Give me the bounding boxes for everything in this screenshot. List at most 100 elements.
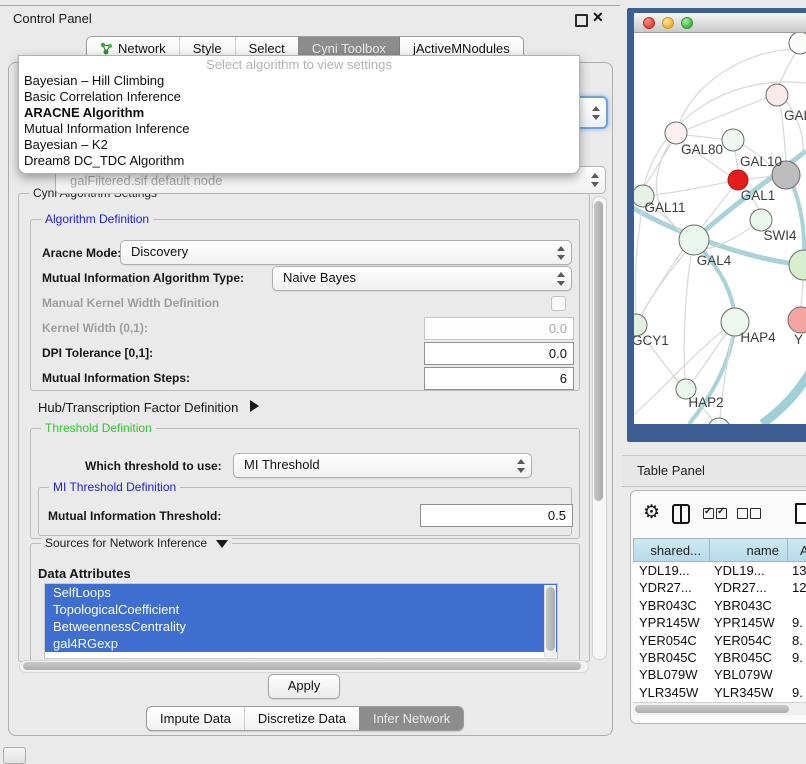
network-edge[interactable] — [656, 142, 682, 232]
network-edge[interactable] — [792, 183, 804, 261]
mi-threshold-field[interactable]: 0.5 — [420, 504, 573, 527]
list-scrollbar-thumb[interactable] — [546, 587, 555, 651]
close-icon[interactable] — [592, 9, 604, 26]
node-label: SWI4 — [763, 228, 796, 243]
node-label: GAL — [784, 108, 806, 123]
table-row[interactable]: YDR27...YDR27...12 — [633, 579, 806, 596]
select-all-icon[interactable] — [716, 508, 727, 519]
aracne-mode-combo[interactable]: Discovery — [120, 240, 572, 265]
network-edge[interactable] — [762, 369, 806, 424]
combo-stepper-icon — [591, 106, 601, 120]
mi-type-combo[interactable]: Naive Bayes — [272, 266, 572, 291]
table-cell: YBR045C — [710, 649, 788, 666]
table-cell: YLR345W — [633, 684, 710, 701]
zoom-traffic-light-icon[interactable] — [681, 17, 693, 29]
list-item[interactable]: gal4RGexp — [45, 635, 557, 652]
table-hscrollbar[interactable] — [633, 702, 806, 715]
dpi-tolerance-field[interactable]: 0.0 — [424, 342, 574, 365]
network-node-gal80[interactable] — [665, 122, 687, 144]
table-row[interactable]: YBR043CYBR043C — [633, 597, 806, 614]
table-row[interactable]: YBL079WYBL079W — [633, 666, 806, 683]
network-node-gal1[interactable] — [728, 170, 748, 190]
split-columns-icon[interactable] — [672, 504, 690, 524]
tab-impute-data[interactable]: Impute Data — [147, 707, 244, 730]
list-scrollbar[interactable] — [544, 585, 556, 657]
network-edge[interactable] — [654, 182, 728, 195]
network-node[interactable] — [789, 33, 806, 54]
settings-scrollbar[interactable] — [592, 196, 607, 660]
node-label: GAL11 — [644, 200, 685, 215]
list-item[interactable]: BetweennessCentrality — [45, 618, 557, 635]
network-edge[interactable] — [686, 98, 766, 130]
kernel-width-field[interactable]: 0.0 — [424, 317, 574, 340]
minimize-traffic-light-icon[interactable] — [662, 17, 674, 29]
threshold-definition-title: Threshold Definition — [41, 421, 156, 435]
node-label: Y — [794, 332, 803, 347]
table-row[interactable]: YLR345WYLR345W9. — [633, 684, 806, 701]
hub-definition-toggle[interactable]: Hub/Transcription Factor Definition — [38, 400, 259, 415]
deselect-all-icon[interactable] — [737, 508, 748, 519]
node-label: GAL80 — [681, 142, 723, 157]
column-header[interactable]: A — [788, 538, 806, 562]
network-window-titlebar[interactable] — [634, 13, 806, 33]
dropdown-item[interactable]: Bayesian – Hill Climbing — [19, 73, 579, 89]
settings-scrollbar-thumb[interactable] — [594, 201, 603, 501]
table-panel-header: Table Panel — [622, 455, 806, 487]
combo-stepper-icon — [556, 272, 566, 286]
deselect-all-icon[interactable] — [750, 508, 761, 519]
panel-resize-button[interactable] — [3, 747, 26, 764]
table-hscrollbar-thumb[interactable] — [635, 705, 789, 713]
dropdown-item-selected[interactable]: ARACNE Algorithm — [19, 105, 579, 121]
network-edge[interactable] — [801, 281, 803, 307]
settings-hscrollbar-thumb[interactable] — [23, 662, 581, 670]
list-item[interactable]: TopologicalCoefficient — [45, 601, 557, 618]
network-canvas[interactable]: GALGAL80GAL10GAL1GAL11SWI4GAL4GCY1HAP4YH… — [634, 33, 806, 424]
apply-button[interactable]: Apply — [268, 674, 340, 699]
float-window-icon[interactable] — [575, 14, 588, 27]
network-node-y[interactable] — [788, 307, 806, 333]
table-row[interactable]: YBR045CYBR045C9. — [633, 649, 806, 666]
network-edge[interactable] — [779, 54, 795, 85]
data-attributes-list[interactable]: SelfLoops TopologicalCoefficient Between… — [44, 583, 558, 659]
column-header[interactable]: name — [710, 538, 788, 562]
tab-discretize-data[interactable]: Discretize Data — [244, 707, 359, 730]
which-threshold-combo[interactable]: MI Threshold — [233, 453, 532, 478]
network-edge[interactable] — [735, 151, 738, 170]
dropdown-item[interactable]: Bayesian – K2 — [19, 137, 579, 153]
network-node-gal10[interactable] — [722, 129, 744, 151]
mi-steps-field[interactable]: 6 — [424, 367, 574, 390]
control-panel-border — [0, 5, 620, 6]
table-cell: 9. — [788, 649, 806, 666]
table-row[interactable]: YER054CYER054C8. — [633, 632, 806, 649]
table-cell: 9. — [788, 614, 806, 631]
table-cell: YPR145W — [710, 614, 788, 631]
table-cell: YBR045C — [633, 649, 710, 666]
manual-kernel-checkbox[interactable] — [551, 296, 566, 311]
report-icon[interactable] — [795, 503, 806, 524]
network-node-gal[interactable] — [766, 84, 788, 106]
table-cell: YBR043C — [710, 597, 788, 614]
table-cell: YBR043C — [633, 597, 710, 614]
select-all-icon[interactable] — [703, 508, 714, 519]
dropdown-item[interactable]: Dream8 DC_TDC Algorithm — [19, 153, 579, 169]
node-label: HAP2 — [688, 395, 723, 410]
tab-infer-network[interactable]: Infer Network — [359, 707, 463, 730]
table-row[interactable]: YDL19...YDL19...13 — [633, 562, 806, 579]
column-header[interactable]: shared... — [633, 538, 710, 562]
table-toolbar — [631, 491, 806, 537]
settings-hscrollbar[interactable] — [19, 660, 589, 673]
network-node-gal4[interactable] — [679, 225, 709, 255]
dropdown-item[interactable]: Basic Correlation Inference — [19, 89, 579, 105]
node-label: HAP4 — [740, 330, 776, 345]
network-edge[interactable] — [635, 209, 642, 314]
table-row[interactable]: YPR145WYPR145W9. — [633, 614, 806, 631]
close-traffic-light-icon[interactable] — [643, 17, 655, 29]
settings-gear-icon[interactable] — [643, 501, 660, 524]
expand-right-icon[interactable] — [250, 400, 259, 412]
list-item[interactable]: SelfLoops — [45, 584, 557, 601]
algorithm-definition-title: Algorithm Definition — [41, 212, 153, 226]
network-edge[interactable] — [687, 135, 722, 139]
dropdown-item[interactable]: Mutual Information Inference — [19, 121, 579, 137]
collapse-down-icon[interactable] — [216, 540, 228, 548]
network-node[interactable] — [789, 250, 806, 280]
